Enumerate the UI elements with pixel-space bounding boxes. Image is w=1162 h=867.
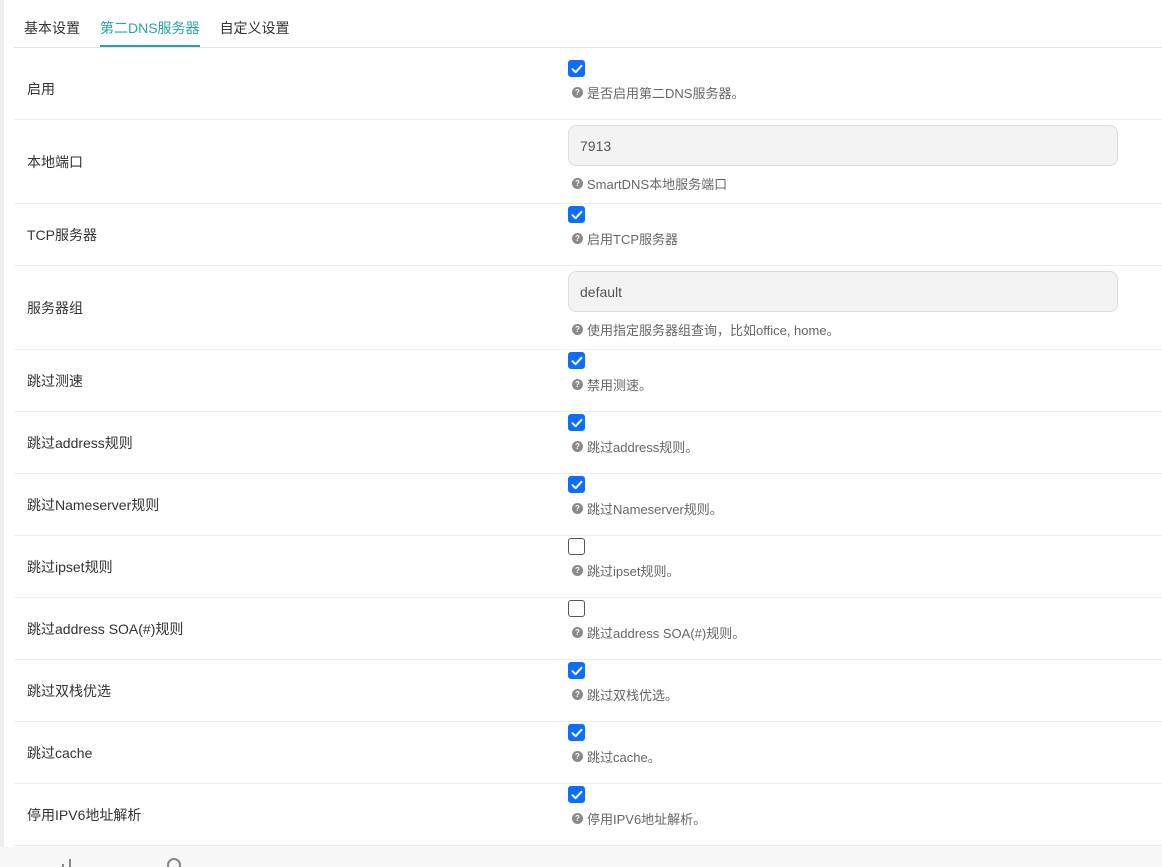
field-value: ? 禁用测速。 [568,350,1162,411]
help-description: 跳过ipset规则。 [587,564,680,579]
help-description: 跳过cache。 [587,750,661,765]
field-label: 跳过address规则 [27,434,133,451]
tab-bar: 基本设置 第二DNS服务器 自定义设置 [14,0,1162,48]
help-text: ? 启用TCP服务器 [568,229,1162,248]
field-value: ? 跳过双栈优选。 [568,660,1162,721]
question-icon: ? [572,87,583,98]
field-label: 本地端口 [27,153,83,170]
question-icon: ? [572,813,583,824]
help-description: 停用IPV6地址解析。 [587,812,707,827]
help-text: ? 跳过双栈优选。 [568,685,1162,704]
field-value: ? 跳过ipset规则。 [568,536,1162,597]
field-label: 跳过cache [27,744,93,761]
tab-basic-settings[interactable]: 基本设置 [24,18,80,47]
help-description: 跳过address规则。 [587,440,699,455]
field-label: 跳过ipset规则 [27,558,113,575]
field-label: 跳过测速 [27,372,83,389]
tcp-server-checkbox[interactable] [568,206,585,223]
skip-nameserver-rule-checkbox[interactable] [568,476,585,493]
form-row-skip-address-soa-rule: 跳过address SOA(#)规则? 跳过address SOA(#)规则。 [14,598,1162,660]
help-text: ? 跳过address规则。 [568,437,1162,456]
field-value: ? 跳过Nameserver规则。 [568,474,1162,535]
field-label: TCP服务器 [27,226,97,243]
help-description: 启用TCP服务器 [587,232,679,247]
settings-form: 启用? 是否启用第二DNS服务器。本地端口? SmartDNS本地服务端口 TCP服务… [14,58,1162,846]
field-value: ? 跳过address SOA(#)规则。 [568,598,1162,659]
field-label: 停用IPV6地址解析 [27,806,142,823]
search-icon[interactable] [164,857,184,867]
form-row-disable-ipv6: 停用IPV6地址解析? 停用IPV6地址解析。 [14,784,1162,846]
help-text: ? 跳过address SOA(#)规则。 [568,623,1162,642]
question-icon: ? [572,379,583,390]
help-description: 是否启用第二DNS服务器。 [587,86,745,101]
tab-second-dns-server[interactable]: 第二DNS服务器 [100,18,200,47]
field-value: ? 停用IPV6地址解析。 [568,784,1162,845]
form-row-server-group: 服务器组? 使用指定服务器组查询，比如office, home。 [14,266,1162,350]
help-description: SmartDNS本地服务端口 [587,177,728,192]
field-value: ? 启用TCP服务器 [568,204,1162,265]
form-row-skip-nameserver-rule: 跳过Nameserver规则? 跳过Nameserver规则。 [14,474,1162,536]
help-text: ? 是否启用第二DNS服务器。 [568,83,1162,102]
question-icon: ? [572,627,583,638]
help-text: ? 跳过Nameserver规则。 [568,499,1162,518]
help-text: ? SmartDNS本地服务端口 [568,174,1162,193]
help-text: ? 停用IPV6地址解析。 [568,809,1162,828]
field-value: ? 跳过address规则。 [568,412,1162,473]
form-row-skip-cache: 跳过cache? 跳过cache。 [14,722,1162,784]
question-icon: ? [572,565,583,576]
field-value: ? SmartDNS本地服务端口 [568,120,1162,203]
local-port-input[interactable] [568,125,1118,166]
help-description: 使用指定服务器组查询，比如office, home。 [587,323,840,338]
field-label: 跳过双栈优选 [27,682,111,699]
question-icon: ? [572,233,583,244]
form-row-tcp-server: TCP服务器? 启用TCP服务器 [14,204,1162,266]
field-value: ? 使用指定服务器组查询，比如office, home。 [568,266,1162,349]
question-icon: ? [572,441,583,452]
skip-cache-checkbox[interactable] [568,724,585,741]
form-row-enable: 启用? 是否启用第二DNS服务器。 [14,58,1162,120]
question-icon: ? [572,503,583,514]
question-icon: ? [572,178,583,189]
form-row-skip-speed-check: 跳过测速? 禁用测速。 [14,350,1162,412]
help-text: ? 跳过cache。 [568,747,1162,766]
disable-ipv6-checkbox[interactable] [568,786,585,803]
skip-address-soa-rule-checkbox[interactable] [568,600,585,617]
help-description: 跳过address SOA(#)规则。 [587,626,746,641]
form-row-skip-address-rule: 跳过address规则? 跳过address规则。 [14,412,1162,474]
question-icon: ? [572,689,583,700]
skip-dualstack-selection-checkbox[interactable] [568,662,585,679]
field-value: ? 是否启用第二DNS服务器。 [568,58,1162,119]
server-group-input[interactable] [568,271,1118,312]
left-rail [0,0,4,847]
help-text: ? 禁用测速。 [568,375,1162,394]
help-description: 跳过Nameserver规则。 [587,502,723,517]
skip-speed-check-checkbox[interactable] [568,352,585,369]
enable-checkbox[interactable] [568,60,585,77]
help-text: ? 使用指定服务器组查询，比如office, home。 [568,320,1162,339]
question-icon: ? [572,751,583,762]
help-description: 禁用测速。 [587,378,653,393]
bottom-toolbar [0,847,1162,867]
help-text: ? 跳过ipset规则。 [568,561,1162,580]
form-row-skip-dualstack-selection: 跳过双栈优选? 跳过双栈优选。 [14,660,1162,722]
question-icon: ? [572,324,583,335]
form-row-local-port: 本地端口? SmartDNS本地服务端口 [14,120,1162,204]
field-label: 服务器组 [27,299,83,316]
field-value: ? 跳过cache。 [568,722,1162,783]
chart-icon [62,859,71,867]
field-label: 跳过Nameserver规则 [27,496,160,513]
field-label: 跳过address SOA(#)规则 [27,620,184,637]
tab-custom-settings[interactable]: 自定义设置 [220,18,290,47]
skip-address-rule-checkbox[interactable] [568,414,585,431]
form-row-skip-ipset-rule: 跳过ipset规则? 跳过ipset规则。 [14,536,1162,598]
skip-ipset-rule-checkbox[interactable] [568,538,585,555]
help-description: 跳过双栈优选。 [587,688,679,703]
field-label: 启用 [27,80,55,97]
